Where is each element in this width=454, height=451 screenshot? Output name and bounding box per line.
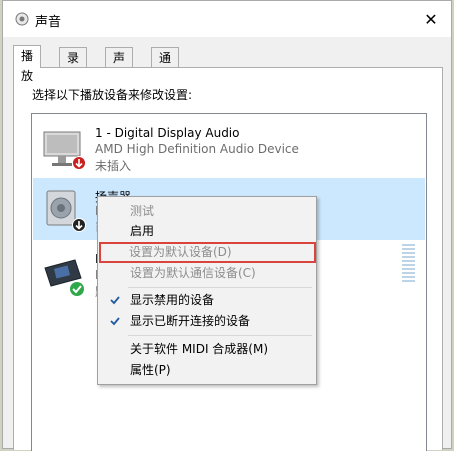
menu-item-label: 关于软件 MIDI 合成器(M) (130, 342, 269, 356)
context-menu: 测试 启用 设置为默认设备(D) 设置为默认通信设备(C) 显示禁用的设备 显示… (97, 196, 317, 385)
menu-item-label: 显示禁用的设备 (130, 293, 215, 307)
menu-item-properties[interactable]: 属性(P) (100, 360, 314, 380)
close-button[interactable]: ✕ (411, 1, 451, 37)
device-name: 1 - Digital Display Audio (95, 126, 240, 140)
checkmark-icon (107, 311, 123, 331)
menu-item-label: 测试 (130, 204, 155, 218)
device-description: AMD High Definition Audio Device (95, 142, 299, 156)
tab-sounds[interactable]: 声音 (105, 47, 134, 85)
speaker-icon (15, 12, 29, 26)
menu-item-label: 属性(P) (130, 363, 171, 377)
volume-level-meter (402, 244, 415, 284)
close-icon: ✕ (424, 9, 438, 29)
sound-card-icon (44, 259, 85, 297)
menu-item-enable[interactable]: 启用 (100, 221, 314, 241)
tab-playback[interactable]: 播放 (13, 45, 42, 83)
tab-communications[interactable]: 通信 (151, 47, 180, 85)
monitor-icon (43, 131, 86, 170)
window-title: 声音 (35, 15, 62, 30)
device-status: 未插入 (95, 159, 132, 173)
menu-item-test[interactable]: 测试 (100, 201, 314, 221)
device-item-digital-display[interactable]: 1 - Digital Display Audio AMD High Defin… (33, 116, 425, 178)
tab-recording[interactable]: 录制 (59, 47, 88, 85)
menu-item-show-disconnected[interactable]: 显示已断开连接的设备 (100, 311, 314, 331)
instruction-text: 选择以下播放设备来修改设置: (32, 88, 193, 102)
menu-item-set-default[interactable]: 设置为默认设备(D) (99, 242, 316, 263)
checkmark-icon (107, 290, 123, 310)
title-bar: 声音 ✕ (3, 1, 451, 37)
menu-item-about-midi[interactable]: 关于软件 MIDI 合成器(M) (100, 339, 314, 359)
menu-separator (128, 335, 312, 336)
menu-item-label: 显示已断开连接的设备 (130, 314, 251, 328)
menu-separator (128, 287, 312, 288)
menu-item-set-default-comm[interactable]: 设置为默认通信设备(C) (100, 263, 314, 283)
speaker-device-icon (46, 190, 86, 232)
menu-item-label: 启用 (130, 224, 155, 238)
menu-item-show-disabled[interactable]: 显示禁用的设备 (100, 290, 314, 310)
menu-item-label: 设置为默认设备(D) (129, 245, 232, 259)
menu-item-label: 设置为默认通信设备(C) (130, 266, 256, 280)
